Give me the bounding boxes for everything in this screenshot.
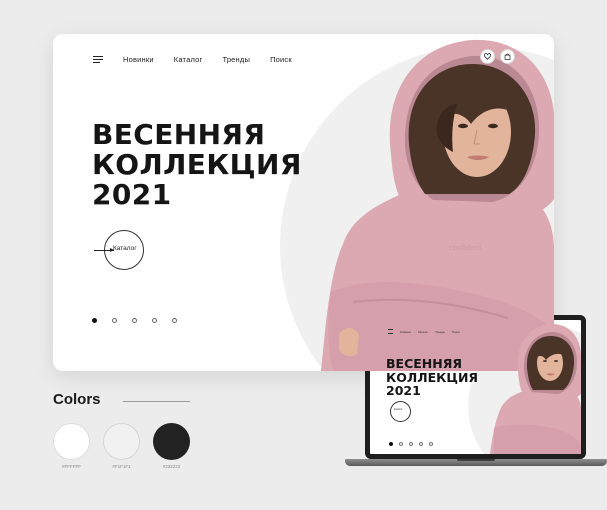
slide-dot-1[interactable] bbox=[92, 318, 97, 323]
headline-line-1: ВЕСЕННЯЯ bbox=[92, 118, 266, 151]
mini-menu-icon bbox=[388, 329, 393, 334]
mini-headline-line-2: КОЛЛЕКЦИЯ bbox=[386, 369, 479, 385]
menu-icon[interactable] bbox=[93, 56, 103, 63]
colors-divider bbox=[123, 401, 190, 402]
color-swatch-light-gray-label: #F1F1F1 bbox=[112, 464, 131, 469]
slider-pagination bbox=[92, 318, 177, 323]
mini-headline-line-1: ВЕСЕННЯЯ bbox=[386, 356, 462, 371]
hero-headline: ВЕСЕННЯЯ КОЛЛЕКЦИЯ 2021 bbox=[92, 120, 302, 210]
laptop-mockup: Новинки Каталог Тренды Поиск ВЕСЕННЯЯ КО… bbox=[345, 315, 607, 470]
color-swatch-white bbox=[53, 423, 90, 460]
mini-navigation: Новинки Каталог Тренды Поиск bbox=[388, 329, 460, 334]
mini-headline: ВЕСЕННЯЯ КОЛЛЕКЦИЯ 2021 bbox=[386, 357, 478, 398]
nav-link-trends[interactable]: Тренды bbox=[222, 55, 250, 64]
headline-line-3: 2021 bbox=[92, 178, 172, 211]
laptop-lid: Новинки Каталог Тренды Поиск ВЕСЕННЯЯ КО… bbox=[365, 315, 586, 459]
colors-title: Colors bbox=[53, 391, 101, 408]
nav-link-catalog[interactable]: Каталог bbox=[174, 55, 203, 64]
color-swatch-light-gray bbox=[103, 423, 140, 460]
mini-slide-dot-4 bbox=[419, 442, 423, 446]
shopping-bag-icon[interactable] bbox=[500, 49, 515, 64]
mini-slide-dot-1 bbox=[389, 442, 393, 446]
mini-catalog-label: Каталог bbox=[394, 409, 403, 411]
color-swatch-dark bbox=[153, 423, 190, 460]
mini-nav-link-new: Новинки bbox=[400, 329, 411, 334]
slide-dot-2[interactable] bbox=[112, 318, 117, 323]
mini-slide-dot-5 bbox=[429, 442, 433, 446]
laptop-notch bbox=[457, 459, 495, 461]
mini-catalog-button: Каталог bbox=[390, 401, 411, 422]
arrow-right-icon bbox=[94, 248, 114, 252]
color-swatch-white-label: #FFFFFF bbox=[62, 464, 81, 469]
nav-link-search[interactable]: Поиск bbox=[270, 55, 292, 64]
mini-headline-line-3: 2021 bbox=[386, 383, 421, 398]
mini-nav-link-trends: Тренды bbox=[435, 329, 445, 334]
mini-slide-dot-2 bbox=[399, 442, 403, 446]
mini-nav-link-catalog: Каталог bbox=[417, 329, 429, 334]
mini-nav-link-search: Поиск bbox=[452, 329, 460, 334]
catalog-button[interactable]: Каталог bbox=[94, 230, 144, 270]
heart-icon[interactable] bbox=[480, 49, 495, 64]
nav-link-new[interactable]: Новинки bbox=[123, 55, 154, 64]
slide-dot-5[interactable] bbox=[172, 318, 177, 323]
mini-slider-pagination bbox=[389, 442, 433, 446]
headline-line-2: КОЛЛЕКЦИЯ bbox=[92, 148, 302, 181]
laptop-screen: Новинки Каталог Тренды Поиск ВЕСЕННЯЯ КО… bbox=[370, 320, 581, 454]
catalog-button-label: Каталог bbox=[113, 245, 137, 252]
header-actions bbox=[480, 49, 515, 64]
main-navigation: Новинки Каталог Тренды Поиск bbox=[93, 55, 292, 64]
svg-text:confident: confident bbox=[449, 244, 482, 252]
mini-slide-dot-3 bbox=[409, 442, 413, 446]
slide-dot-3[interactable] bbox=[132, 318, 137, 323]
color-swatch-dark-label: #222222 bbox=[162, 464, 181, 469]
slide-dot-4[interactable] bbox=[152, 318, 157, 323]
